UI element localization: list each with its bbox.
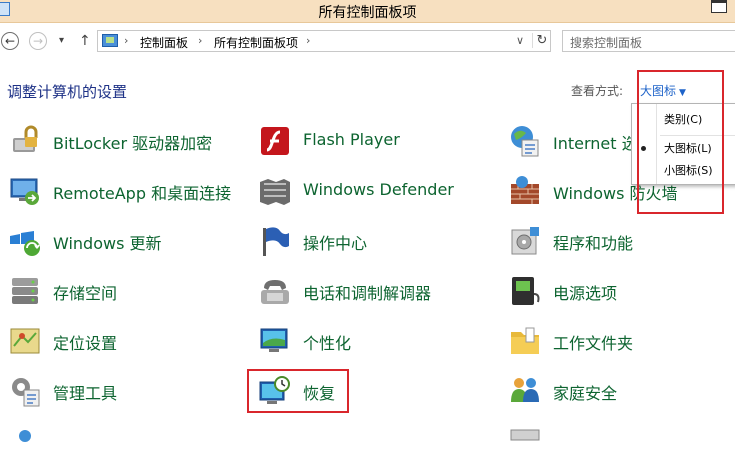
highlight-box-view-menu [637, 70, 724, 214]
power-options-icon [512, 277, 540, 305]
internet-options-icon [511, 126, 539, 157]
search-input[interactable]: 搜索控制面板 [562, 30, 735, 52]
item-label: RemoteApp 和桌面连接 [53, 184, 232, 203]
windows-update-icon [10, 231, 40, 256]
highlight-box-recovery [247, 369, 349, 413]
address-dropdown-icon[interactable]: ∨ [516, 34, 524, 47]
item-label: Windows 更新 [53, 234, 162, 253]
refresh-button[interactable]: ↻ [532, 33, 551, 48]
breadcrumb-separator-icon[interactable]: › [198, 34, 202, 47]
item-label: 电话和调制解调器 [303, 284, 432, 303]
personalization-icon [260, 328, 288, 352]
item-label: 管理工具 [53, 384, 118, 403]
window-title: 所有控制面板项 [318, 5, 417, 21]
item-label: Internet 选 [553, 134, 638, 153]
phone-modem-icon [261, 280, 289, 304]
item-label: 电源选项 [553, 284, 618, 303]
navigation-bar: ← → ▾ ↑ › 控制面板 › 所有控制面板项 › ∨ ↻ 搜索控制面板 [0, 28, 735, 56]
partial-item-icon [19, 430, 31, 442]
family-safety-icon [511, 378, 539, 402]
bitlocker-icon [13, 125, 38, 152]
up-button[interactable]: ↑ [79, 33, 91, 49]
address-bar[interactable]: › 控制面板 › 所有控制面板项 › ∨ ↻ [97, 30, 551, 52]
window-title-bar: 所有控制面板项 [0, 0, 735, 23]
work-folders-icon [511, 327, 539, 354]
defender-icon [260, 179, 290, 205]
control-panel-location-icon [102, 34, 118, 47]
forward-button[interactable]: → [29, 32, 47, 50]
back-button[interactable]: ← [1, 32, 19, 50]
item-label: BitLocker 驱动器加密 [53, 134, 213, 153]
item-label: 存储空间 [53, 284, 118, 303]
item-label: 定位设置 [53, 334, 118, 353]
item-label: Windows Defender [303, 180, 454, 199]
restore-window-icon[interactable] [711, 0, 727, 13]
item-label: 程序和功能 [553, 234, 634, 253]
breadcrumb-separator-icon[interactable]: › [306, 34, 310, 47]
recent-locations-button[interactable]: ▾ [59, 33, 64, 49]
remoteapp-icon [10, 178, 39, 205]
action-center-icon [263, 227, 289, 256]
item-label: 工作文件夹 [553, 334, 634, 353]
location-icon [10, 328, 40, 354]
partial-item-icon [510, 429, 540, 441]
admin-tools-icon [12, 378, 40, 407]
storage-spaces-icon [12, 278, 38, 304]
breadcrumb-all-items[interactable]: 所有控制面板项 [214, 34, 298, 51]
programs-icon [511, 227, 539, 255]
view-by-label: 查看方式: [571, 84, 624, 98]
item-label: 操作中心 [303, 234, 368, 253]
page-title: 调整计算机的设置 [7, 83, 128, 101]
item-label: 个性化 [303, 334, 352, 353]
search-placeholder: 搜索控制面板 [570, 36, 643, 50]
item-label: Flash Player [303, 130, 400, 149]
flash-icon [261, 127, 289, 155]
breadcrumb-separator-icon[interactable]: › [124, 34, 128, 47]
item-label: 家庭安全 [553, 384, 618, 403]
breadcrumb-control-panel[interactable]: 控制面板 [140, 34, 188, 51]
firewall-icon [511, 176, 539, 204]
